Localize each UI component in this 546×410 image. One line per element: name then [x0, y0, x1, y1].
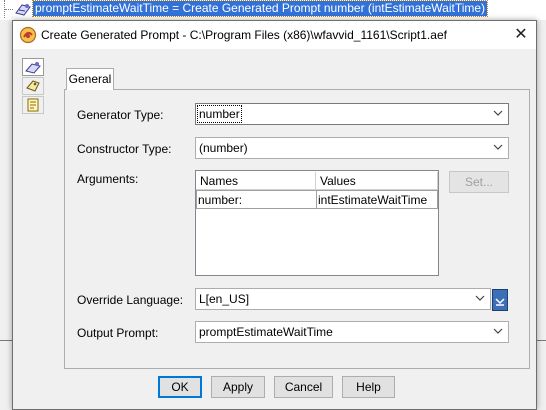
create-generated-prompt-dialog: Create Generated Prompt - C:\Program Fil…	[12, 20, 537, 410]
cancel-button[interactable]: Cancel	[274, 376, 333, 398]
prompt-node-icon	[15, 4, 31, 16]
ok-button[interactable]: OK	[158, 376, 202, 398]
generator-type-select[interactable]: number	[195, 103, 509, 125]
side-tab-general[interactable]	[22, 58, 44, 76]
background-divider	[0, 340, 12, 341]
arguments-table: Names Values number: intEstimateWaitTime	[195, 170, 439, 276]
prompt-tag-icon	[26, 80, 40, 92]
column-header-names[interactable]: Names	[196, 172, 316, 190]
override-language-value: L[en_US]	[199, 292, 250, 306]
app-icon	[19, 26, 37, 44]
output-prompt-select[interactable]: promptEstimateWaitTime	[195, 321, 509, 343]
background-window-right	[537, 20, 546, 410]
output-prompt-label: Output Prompt:	[77, 326, 159, 340]
tree-connector-h	[5, 9, 13, 10]
side-tab-prompt[interactable]	[22, 77, 44, 95]
chevron-down-icon	[493, 328, 503, 334]
apply-button[interactable]: Apply	[211, 376, 265, 398]
document-icon	[27, 98, 39, 112]
set-button[interactable]: Set...	[449, 171, 509, 193]
arguments-label: Arguments:	[77, 172, 139, 186]
tab-general[interactable]: General	[66, 68, 114, 90]
background-divider	[537, 340, 546, 341]
close-icon: ✕	[514, 26, 528, 43]
generator-type-value: number	[197, 105, 242, 123]
chevron-down-icon	[493, 144, 503, 150]
generator-type-label: Generator Type:	[77, 108, 164, 122]
side-tab-document[interactable]	[22, 96, 44, 114]
override-language-label: Override Language:	[77, 293, 184, 307]
output-prompt-value: promptEstimateWaitTime	[199, 325, 333, 339]
override-language-select[interactable]: L[en_US]	[195, 288, 491, 310]
column-header-values[interactable]: Values	[316, 172, 438, 190]
constructor-type-value: (number)	[199, 141, 248, 155]
chevron-down-icon	[475, 295, 485, 301]
constructor-type-select[interactable]: (number)	[195, 137, 509, 159]
general-step-icon	[25, 62, 41, 74]
table-cell-value[interactable]: intEstimateWaitTime	[316, 190, 438, 209]
expression-editor-icon	[495, 298, 505, 306]
close-button[interactable]: ✕	[510, 24, 532, 46]
table-cell-name[interactable]: number:	[196, 190, 317, 209]
script-tree: promptEstimateWaitTime = Create Generate…	[0, 0, 546, 20]
help-button[interactable]: Help	[342, 376, 395, 398]
dialog-title: Create Generated Prompt - C:\Program Fil…	[41, 28, 447, 42]
chevron-down-icon	[493, 110, 503, 116]
constructor-type-label: Constructor Type:	[77, 142, 172, 156]
tree-node-label[interactable]: promptEstimateWaitTime = Create Generate…	[31, 0, 489, 17]
language-picker-button[interactable]	[492, 289, 508, 311]
dialog-titlebar[interactable]: Create Generated Prompt - C:\Program Fil…	[13, 21, 536, 49]
